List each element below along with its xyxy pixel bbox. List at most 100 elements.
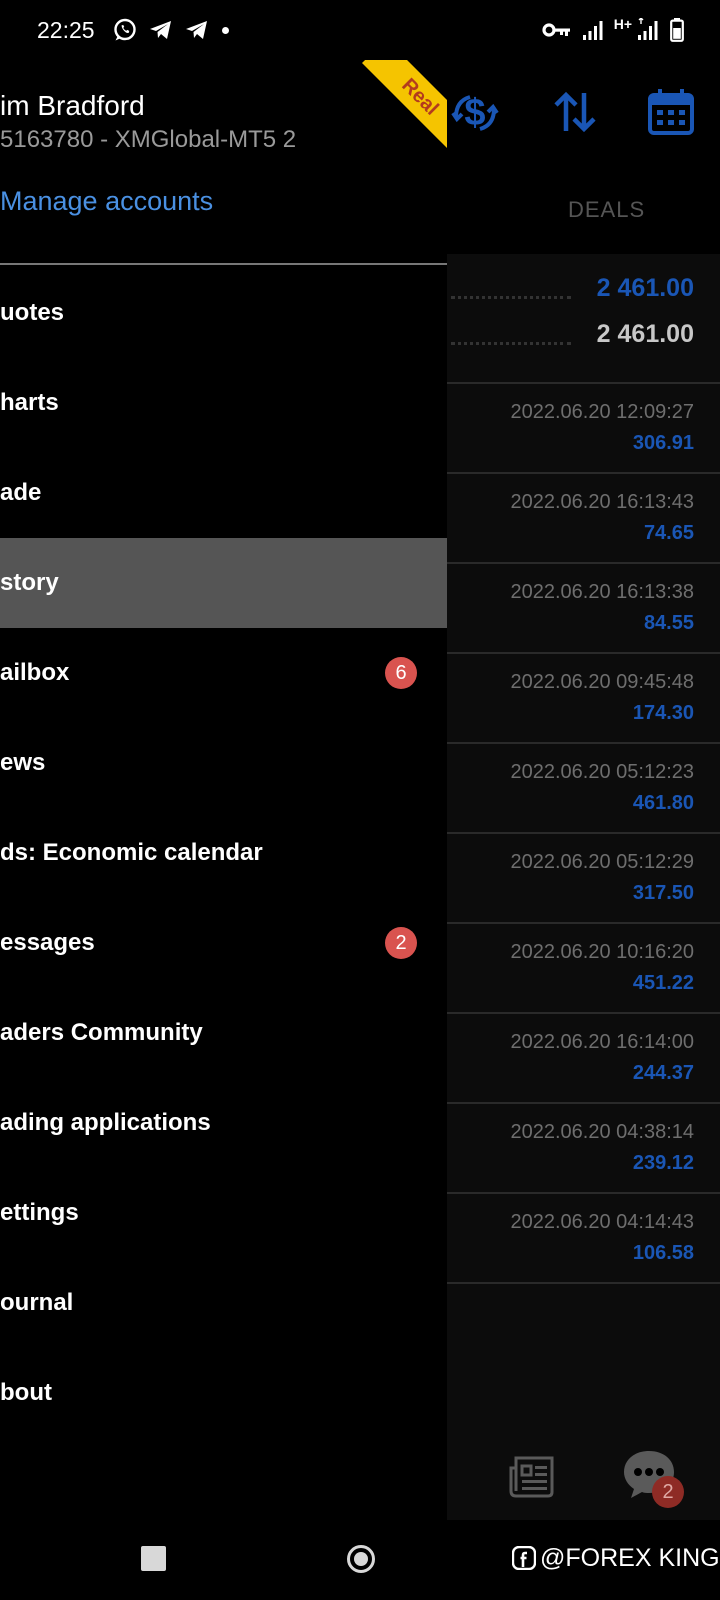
deal-time: 2022.06.20 16:14:00	[510, 1031, 694, 1053]
menu-item-label: ailbox	[0, 659, 70, 686]
menu-item-label: ews	[0, 749, 46, 776]
table-row[interactable]: 2022.06.20 05:12:29 317.50	[447, 834, 720, 924]
deal-time: 2022.06.20 05:12:23	[510, 761, 694, 783]
deal-amount: 461.80	[632, 792, 694, 814]
tab-deals[interactable]: DEALS	[568, 197, 645, 223]
summary-value-primary: 2 461.00	[596, 274, 694, 302]
status-bar: 22:25 H+	[0, 0, 720, 60]
home-icon[interactable]	[346, 1544, 376, 1574]
deal-amount: 306.91	[632, 432, 694, 454]
table-row[interactable]: 2022.06.20 04:14:43 106.58	[447, 1194, 720, 1284]
menu-item-label: ade	[0, 479, 42, 506]
facebook-icon	[512, 1546, 536, 1570]
deal-time: 2022.06.20 10:16:20	[510, 941, 694, 963]
signal-icon	[638, 18, 658, 40]
whatsapp-icon	[114, 18, 136, 41]
deal-time: 2022.06.20 16:13:43	[510, 491, 694, 513]
drawer-divider	[0, 263, 447, 265]
account-name[interactable]: im Bradford	[0, 90, 145, 122]
table-row[interactable]: 2022.06.20 16:13:38 84.55	[447, 564, 720, 654]
watermark: @FOREX KING	[512, 1540, 720, 1576]
notification-dot-icon	[222, 26, 229, 34]
chat-badge: 2	[652, 1476, 684, 1508]
menu-item-traders-community[interactable]: aders Community	[0, 988, 447, 1078]
signal-icon	[582, 21, 603, 40]
deal-time: 2022.06.20 16:13:38	[510, 581, 694, 603]
screen: 22:25 H+ $ DEALS 2 461.00 2 461.00 2022.…	[0, 0, 720, 1600]
menu-item-economic-calendar[interactable]: ds: Economic calendar	[0, 808, 447, 898]
menu-item-journal[interactable]: ournal	[0, 1258, 447, 1348]
deal-time: 2022.06.20 04:14:43	[510, 1211, 694, 1233]
menu-item-settings[interactable]: ettings	[0, 1168, 447, 1258]
status-system-icons: H+	[542, 14, 684, 46]
deal-amount: 84.55	[643, 612, 694, 634]
deal-time: 2022.06.20 04:38:14	[510, 1121, 694, 1143]
summary-dots	[451, 342, 571, 345]
watermark-text: @FOREX KING	[540, 1543, 720, 1572]
system-nav-bar: @FOREX KING	[0, 1520, 720, 1600]
status-time: 22:25	[37, 17, 95, 43]
menu-item-label: ading applications	[0, 1109, 211, 1136]
menu-item-label: ettings	[0, 1199, 79, 1226]
menu-item-messages[interactable]: essages 2	[0, 898, 447, 988]
summary-row: 2 461.00	[447, 274, 720, 314]
deal-amount: 174.30	[632, 702, 694, 724]
deal-amount: 451.22	[632, 972, 694, 994]
deal-amount: 74.65	[643, 522, 694, 544]
menu-item-quotes[interactable]: uotes	[0, 268, 447, 358]
table-row[interactable]: 2022.06.20 04:38:14 239.12	[447, 1104, 720, 1194]
menu-item-label: aders Community	[0, 1019, 203, 1046]
deal-time: 2022.06.20 12:09:27	[510, 401, 694, 423]
menu-item-mailbox[interactable]: ailbox 6	[0, 628, 447, 718]
table-row[interactable]: 2022.06.20 09:45:48 174.30	[447, 654, 720, 744]
menu-item-label: harts	[0, 389, 59, 416]
deal-time: 2022.06.20 05:12:29	[510, 851, 694, 873]
menu-item-news[interactable]: ews	[0, 718, 447, 808]
table-row[interactable]: 2022.06.20 05:12:23 461.80	[447, 744, 720, 834]
menu-item-charts[interactable]: harts	[0, 358, 447, 448]
telegram-icon	[186, 21, 207, 39]
menu-item-label: ds: Economic calendar	[0, 839, 263, 866]
news-icon[interactable]	[508, 1452, 556, 1500]
deals-list: 2022.06.20 12:09:27 306.91 2022.06.20 16:…	[447, 384, 720, 1284]
manage-accounts-link[interactable]: Manage accounts	[0, 186, 213, 217]
menu-item-trading-applications[interactable]: ading applications	[0, 1078, 447, 1168]
account-login: 5163780 - XMGlobal-MT5 2	[0, 126, 297, 153]
menu-item-history[interactable]: story	[0, 538, 447, 628]
summary-value-secondary: 2 461.00	[596, 320, 694, 348]
recent-apps-icon[interactable]	[141, 1546, 166, 1571]
real-account-ribbon: Real	[357, 60, 447, 150]
deal-amount: 239.12	[632, 1152, 694, 1174]
status-notification-icons	[112, 15, 229, 45]
mailbox-badge: 6	[385, 657, 417, 689]
table-row[interactable]: 2022.06.20 12:09:27 306.91	[447, 384, 720, 474]
summary-row: 2 461.00	[447, 320, 720, 360]
currency-exchange-icon[interactable]: $	[450, 87, 500, 137]
table-row[interactable]: 2022.06.20 16:13:43 74.65	[447, 474, 720, 564]
menu-item-about[interactable]: bout	[0, 1348, 447, 1438]
calendar-icon[interactable]	[646, 87, 696, 137]
menu-item-label: ournal	[0, 1289, 74, 1316]
messages-badge: 2	[385, 927, 417, 959]
sort-arrows-icon[interactable]	[550, 87, 600, 137]
battery-icon	[670, 18, 684, 42]
telegram-icon	[150, 21, 171, 39]
table-row[interactable]: 2022.06.20 10:16:20 451.22	[447, 924, 720, 1014]
deals-summary: 2 461.00 2 461.00	[447, 254, 720, 384]
menu-item-label: uotes	[0, 299, 65, 326]
deal-amount: 106.58	[632, 1242, 694, 1264]
deal-time: 2022.06.20 09:45:48	[510, 671, 694, 693]
menu-item-label: bout	[0, 1379, 52, 1406]
vpn-key-icon	[542, 23, 570, 37]
menu-item-trade[interactable]: ade	[0, 448, 447, 538]
drawer-menu: uotes harts ade story ailbox 6 ews ds: Ec…	[0, 268, 447, 1438]
deal-amount: 317.50	[632, 882, 694, 904]
navigation-drawer: im Bradford 5163780 - XMGlobal-MT5 2 Man…	[0, 60, 447, 1520]
ribbon-label: Real	[362, 60, 447, 150]
table-row[interactable]: 2022.06.20 16:14:00 244.37	[447, 1014, 720, 1104]
menu-item-label: essages	[0, 929, 95, 956]
deal-amount: 244.37	[632, 1062, 694, 1084]
summary-dots	[451, 296, 571, 299]
menu-item-label: story	[0, 569, 59, 596]
network-type-label: H+	[613, 16, 632, 32]
